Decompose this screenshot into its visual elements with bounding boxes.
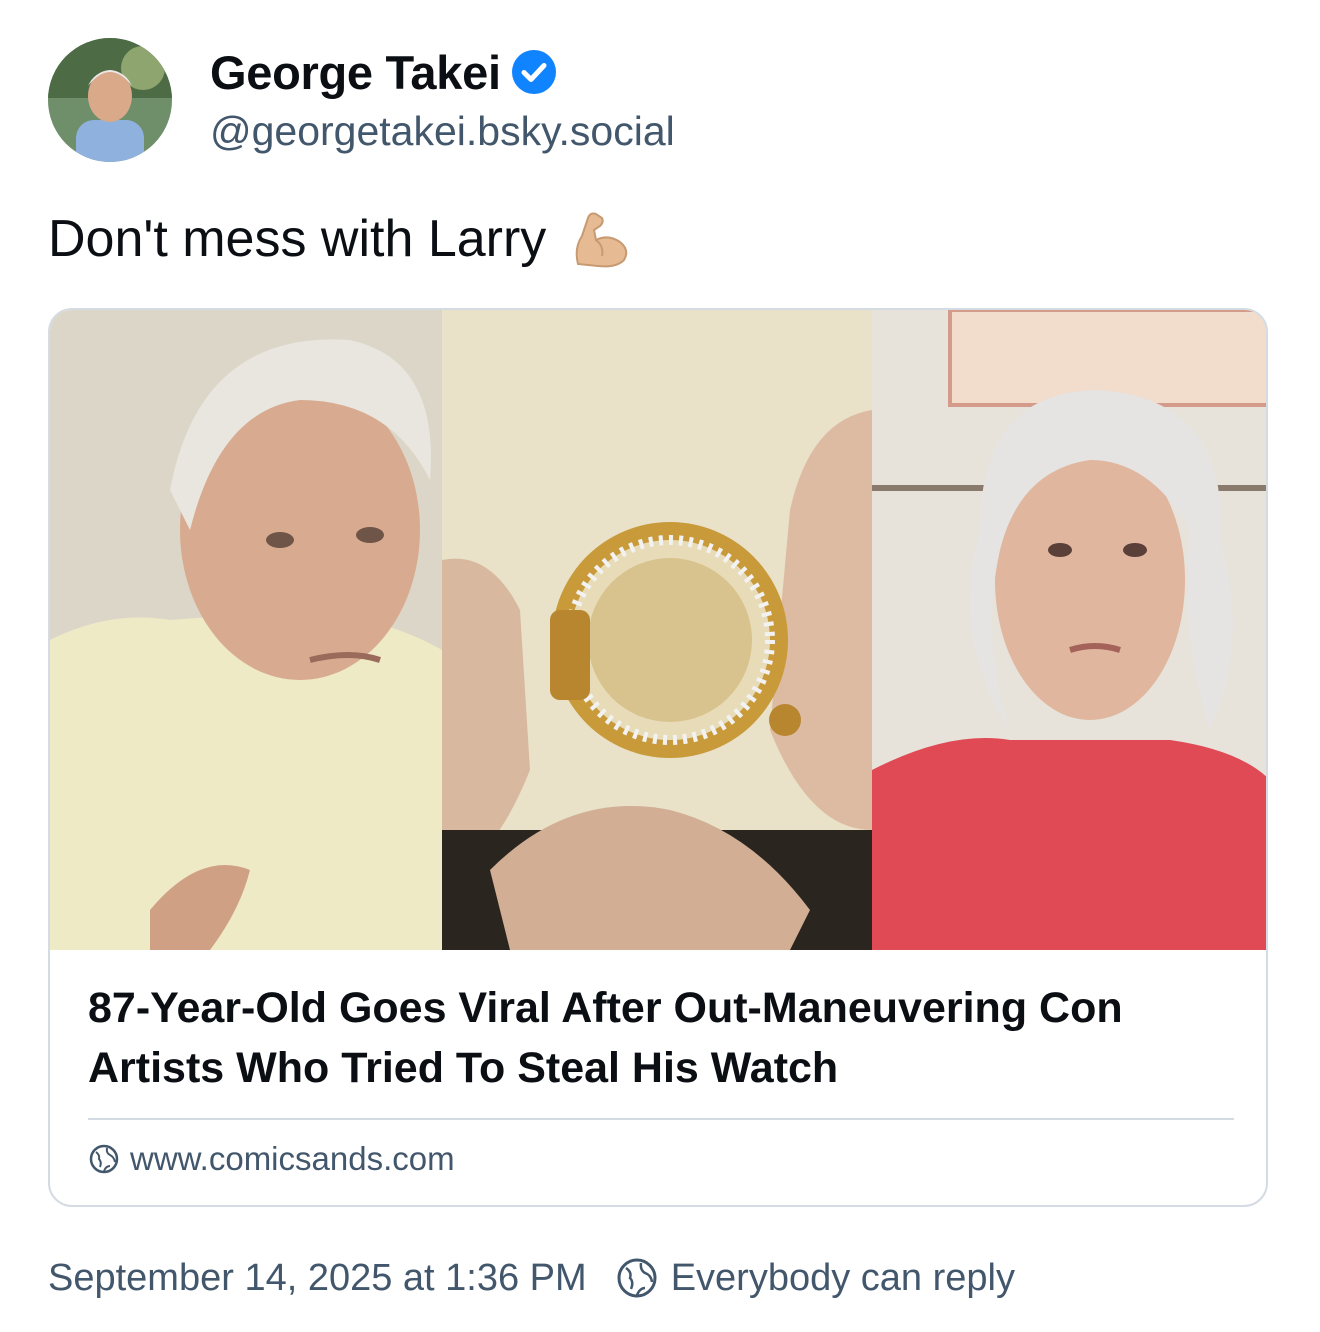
verified-badge-icon[interactable]: [511, 49, 557, 95]
author-avatar[interactable]: [48, 38, 172, 162]
post-footer: September 14, 2025 at 1:36 PM Everybody …: [48, 1256, 1015, 1300]
post-text: Don't mess with Larry: [48, 206, 634, 272]
link-card[interactable]: 87-Year-Old Goes Viral After Out-Maneuve…: [48, 308, 1268, 1207]
avatar-photo: [48, 38, 172, 162]
globe-icon: [615, 1256, 659, 1300]
link-card-title[interactable]: 87-Year-Old Goes Viral After Out-Maneuve…: [88, 978, 1228, 1098]
author-handle[interactable]: @georgetakei.bsky.social: [210, 108, 675, 155]
author-name-row: George Takei: [210, 44, 557, 100]
reply-setting[interactable]: Everybody can reply: [671, 1257, 1015, 1300]
post-timestamp[interactable]: September 14, 2025 at 1:36 PM: [48, 1257, 587, 1300]
flexed-biceps-icon: [568, 206, 634, 272]
globe-icon: [88, 1143, 120, 1175]
post-header: George Takei @georgetakei.bsky.social: [48, 38, 1248, 168]
link-card-divider: [88, 1118, 1234, 1120]
author-display-name[interactable]: George Takei: [210, 45, 501, 100]
post-text-content: Don't mess with Larry: [48, 210, 547, 268]
link-card-domain[interactable]: www.comicsands.com: [88, 1140, 455, 1178]
link-card-domain-text: www.comicsands.com: [130, 1140, 455, 1177]
thumbnail-image: [50, 310, 1266, 950]
link-card-thumbnail[interactable]: [50, 310, 1266, 950]
